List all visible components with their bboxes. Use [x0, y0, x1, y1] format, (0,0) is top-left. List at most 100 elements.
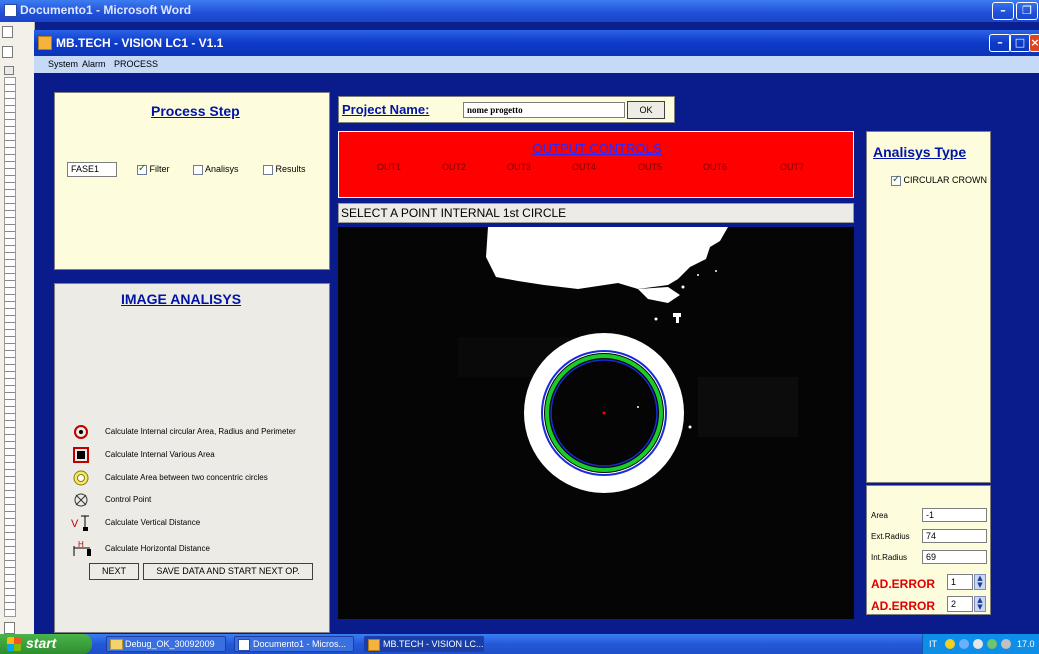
- output-1[interactable]: OUT1: [377, 162, 401, 172]
- word-left-margin: [0, 22, 35, 634]
- ext-radius-value: 74: [922, 529, 987, 543]
- ext-radius-label: Ext.Radius: [871, 532, 910, 541]
- language-indicator[interactable]: IT: [929, 639, 937, 649]
- tool-internal-various-area[interactable]: Calculate Internal Various Area: [69, 447, 319, 463]
- task-label: Documento1 - Micros...: [253, 639, 347, 649]
- save-and-next-button[interactable]: SAVE DATA AND START NEXT OP.: [143, 563, 313, 580]
- app-icon: [38, 36, 52, 50]
- analisys-type-panel: Analisys Type CIRCULAR CROWN: [866, 131, 991, 483]
- app-close-button[interactable]: ×: [1029, 34, 1039, 52]
- filter-checkbox[interactable]: Filter: [137, 163, 170, 175]
- vertical-distance-icon: V: [71, 515, 89, 531]
- word-toolbar-icon[interactable]: [2, 26, 13, 38]
- image-analisys-title: IMAGE ANALISYS: [121, 291, 242, 307]
- spinner-arrows-icon[interactable]: ▲ ▼: [974, 574, 986, 590]
- app-window-title: MB.TECH - VISION LC1 - V1.1: [56, 36, 224, 50]
- circular-crown-check-icon[interactable]: [891, 174, 901, 186]
- tool-horizontal-distance[interactable]: H Calculate Horizontal Distance: [69, 539, 319, 557]
- output-4[interactable]: OUT4: [572, 162, 596, 172]
- filter-label: Filter: [149, 164, 170, 174]
- task-label: MB.TECH - VISION LC...: [383, 639, 484, 649]
- task-vision-app[interactable]: MB.TECH - VISION LC...: [364, 636, 484, 652]
- phase-input[interactable]: FASE1: [67, 162, 117, 177]
- output-2[interactable]: OUT2: [442, 162, 466, 172]
- results-checkbox[interactable]: Results: [263, 164, 306, 175]
- project-name-input[interactable]: nome progetto: [463, 102, 625, 118]
- tray-icon[interactable]: [945, 639, 955, 649]
- word-restore-button[interactable]: ❐: [1016, 2, 1038, 20]
- target-circle-icon: [74, 425, 88, 439]
- vertical-ruler: [4, 77, 16, 617]
- menu-process[interactable]: PROCESS: [114, 59, 158, 69]
- analisys-checkbox[interactable]: Analisys: [193, 164, 239, 175]
- tool-vertical-distance[interactable]: V Calculate Vertical Distance: [69, 514, 319, 532]
- ad-error-2-label: AD.ERROR: [871, 599, 936, 613]
- tool-concentric-circles-area[interactable]: Calculate Area between two concentric ci…: [69, 470, 319, 486]
- filled-square-icon: [73, 447, 89, 463]
- output-6[interactable]: OUT6: [703, 162, 727, 172]
- camera-image[interactable]: [338, 227, 854, 619]
- word-view-icon[interactable]: [4, 622, 15, 634]
- app-titlebar: MB.TECH - VISION LC1 - V1.1 – □ ×: [34, 30, 1039, 56]
- menu-system[interactable]: System: [48, 59, 78, 69]
- analisys-check-icon[interactable]: [193, 164, 203, 175]
- app-maximize-button[interactable]: □: [1009, 34, 1031, 52]
- results-panel: Area -1 Ext.Radius 74 Int.Radius 69 AD.E…: [866, 485, 991, 615]
- output-7[interactable]: OUT7: [780, 162, 804, 172]
- horizontal-distance-icon: H: [73, 540, 91, 556]
- output-3[interactable]: OUT3: [507, 162, 531, 172]
- system-tray: IT 17.0: [922, 634, 1039, 654]
- word-titlebar: Documento1 - Microsoft Word – ❐: [0, 0, 1039, 22]
- analisys-type-title: Analisys Type: [873, 144, 967, 160]
- project-name-label: Project Name:: [342, 102, 430, 117]
- results-check-icon[interactable]: [263, 164, 273, 175]
- tab-stop-icon[interactable]: [4, 66, 14, 75]
- analisys-label: Analisys: [205, 164, 239, 174]
- menu-bar: System Alarm PROCESS: [34, 56, 1039, 73]
- svg-text:V: V: [71, 518, 79, 530]
- results-label: Results: [275, 164, 306, 174]
- task-debug-folder[interactable]: Debug_OK_30092009: [106, 636, 226, 652]
- tray-icon[interactable]: [987, 639, 997, 649]
- ad-error-1-spinner[interactable]: 1 ▲ ▼: [947, 574, 987, 590]
- app-minimize-button[interactable]: –: [989, 34, 1011, 52]
- word-toolbar-icon[interactable]: [2, 46, 13, 58]
- concentric-circles-icon: [73, 470, 89, 486]
- tray-icon[interactable]: [973, 639, 983, 649]
- circular-crown-label: CIRCULAR CROWN: [903, 175, 988, 185]
- ok-button[interactable]: OK: [627, 101, 665, 119]
- menu-alarm[interactable]: Alarm: [82, 59, 106, 69]
- word-window-title: Documento1 - Microsoft Word: [20, 3, 192, 17]
- camera-image-canvas: [458, 227, 798, 493]
- word-document-icon: [4, 4, 17, 17]
- tool-label: Calculate Internal Various Area: [105, 450, 215, 459]
- start-label: start: [26, 635, 57, 651]
- tool-internal-circular-area[interactable]: Calculate Internal circular Area, Radius…: [69, 424, 319, 440]
- spinner-arrows-icon[interactable]: ▲ ▼: [974, 596, 986, 612]
- tray-icon[interactable]: [1001, 639, 1011, 649]
- tool-control-point[interactable]: Control Point: [69, 492, 319, 508]
- tool-label: Calculate Vertical Distance: [105, 518, 201, 527]
- app-icon: [368, 639, 380, 651]
- start-button[interactable]: start: [0, 634, 92, 654]
- word-minimize-button[interactable]: –: [992, 2, 1014, 20]
- ad-error-1-input[interactable]: 1: [947, 574, 973, 590]
- windows-logo-icon: [7, 637, 21, 651]
- task-word-document[interactable]: Documento1 - Micros...: [234, 636, 354, 652]
- word-document-icon: [238, 639, 250, 651]
- int-radius-label: Int.Radius: [871, 553, 908, 562]
- area-label: Area: [871, 511, 888, 520]
- clock: 17.0: [1017, 639, 1035, 649]
- status-message: SELECT A POINT INTERNAL 1st CIRCLE: [338, 203, 854, 223]
- tray-icon[interactable]: [959, 639, 969, 649]
- ad-error-2-input[interactable]: 2: [947, 596, 973, 612]
- task-label: Debug_OK_30092009: [125, 639, 215, 649]
- filter-check-icon[interactable]: [137, 163, 147, 175]
- tool-label: Calculate Area between two concentric ci…: [105, 473, 268, 482]
- int-radius-value: 69: [922, 550, 987, 564]
- circular-crown-checkbox[interactable]: CIRCULAR CROWN: [891, 174, 988, 186]
- next-button[interactable]: NEXT: [89, 563, 139, 580]
- ad-error-2-spinner[interactable]: 2 ▲ ▼: [947, 596, 987, 612]
- output-5[interactable]: OUT5: [638, 162, 662, 172]
- folder-icon: [110, 639, 123, 650]
